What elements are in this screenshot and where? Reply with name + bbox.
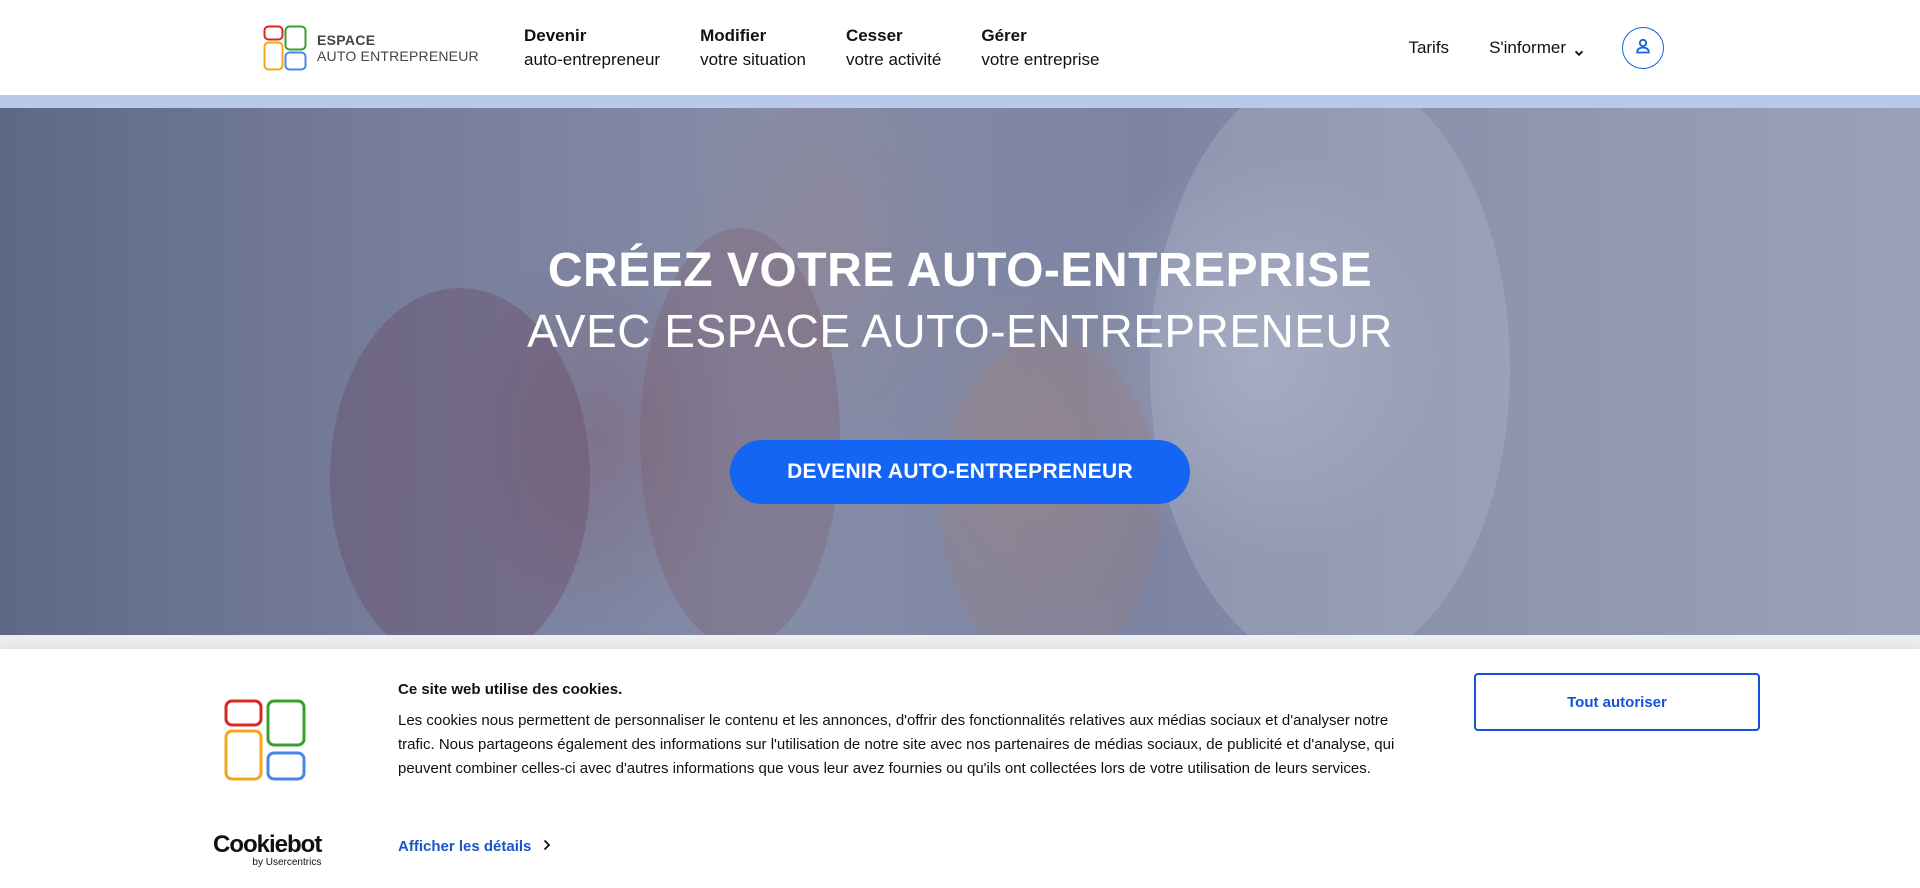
tarifs-link[interactable]: Tarifs — [1408, 38, 1449, 58]
devenir-auto-entrepreneur-button[interactable]: DEVENIR AUTO-ENTREPRENEUR — [730, 440, 1190, 504]
main-nav: Devenir auto-entrepreneur Modifier votre… — [524, 24, 1100, 72]
cookiebot-brand-sub: by Usercentrics — [252, 857, 322, 868]
nav-gerer-subtitle: votre entreprise — [981, 50, 1100, 69]
cookie-banner: Cookiebot by Usercentrics Ce site web ut… — [0, 649, 1920, 888]
nav-cesser-subtitle: votre activité — [845, 50, 942, 69]
show-details-label: Afficher les détails — [398, 838, 532, 855]
cookie-title: Ce site web utilise des cookies. — [398, 681, 623, 698]
nav-modifier-subtitle: votre situation — [700, 50, 806, 69]
cookiebot-brand: Cookiebot by Usercentrics — [213, 831, 322, 869]
hero-banner: CRÉEZ VOTRE AUTO-ENTREPRISE AVEC ESPACE … — [0, 108, 1920, 635]
cookiebot-brand-name: Cookiebot — [213, 831, 322, 858]
cookie-text: Les cookies nous permettent de personnal… — [398, 712, 1395, 777]
hero-subtitle: AVEC ESPACE AUTO-ENTREPRENEUR — [527, 305, 1393, 357]
allow-all-button[interactable]: Tout autoriser — [1474, 673, 1760, 731]
show-details-link[interactable]: Afficher les détails — [398, 838, 551, 855]
nav-devenir-title: Devenir — [524, 26, 587, 45]
cookie-logo-icon — [224, 699, 306, 781]
nav-cesser[interactable]: Cesser votre activité — [846, 24, 941, 72]
nav-cesser-title: Cesser — [845, 26, 903, 45]
account-button[interactable] — [1622, 27, 1664, 69]
nav-modifier[interactable]: Modifier votre situation — [700, 24, 806, 72]
user-icon — [1634, 37, 1652, 60]
section-divider — [0, 635, 1920, 649]
logo-text: ESPACE AUTO ENTREPRENEUR — [317, 32, 479, 64]
hero-overlay — [0, 108, 1920, 635]
sinformer-dropdown[interactable]: S'informer — [1489, 38, 1584, 58]
chevron-down-icon — [1574, 43, 1584, 57]
header-stripe — [0, 95, 1920, 108]
hero-title: CRÉEZ VOTRE AUTO-ENTREPRISE — [547, 244, 1373, 297]
site-logo[interactable]: ESPACE AUTO ENTREPRENEUR — [263, 24, 479, 72]
chevron-right-icon — [543, 838, 551, 855]
header-right: Tarifs S'informer — [1408, 27, 1664, 69]
logo-line-1: ESPACE — [317, 31, 376, 48]
nav-devenir[interactable]: Devenir auto-entrepreneur — [524, 24, 660, 72]
nav-modifier-title: Modifier — [700, 26, 767, 45]
nav-devenir-subtitle: auto-entrepreneur — [524, 50, 661, 69]
logo-line-2: AUTO ENTREPRENEUR — [317, 48, 479, 64]
nav-gerer-title: Gérer — [981, 26, 1027, 45]
logo-mark-icon — [263, 25, 307, 71]
sinformer-label: S'informer — [1489, 38, 1566, 57]
nav-gerer[interactable]: Gérer votre entreprise — [981, 24, 1099, 72]
site-header: ESPACE AUTO ENTREPRENEUR Devenir auto-en… — [0, 0, 1920, 95]
